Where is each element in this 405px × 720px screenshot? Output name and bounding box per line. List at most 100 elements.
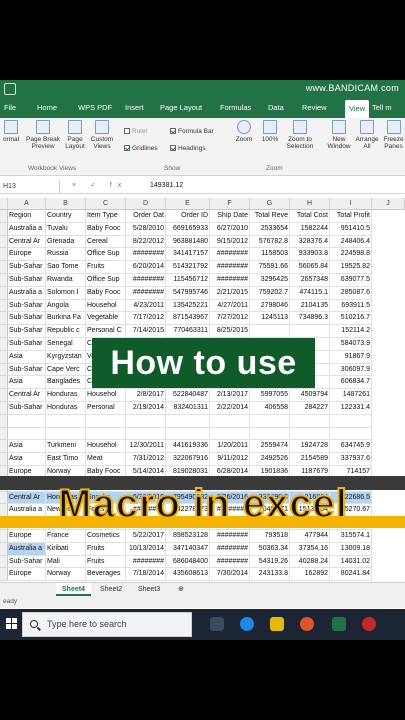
table-cell[interactable]: 6/27/2010 (210, 222, 250, 236)
table-cell[interactable]: 2533654 (250, 222, 290, 236)
headings-checkbox[interactable]: Headings (170, 145, 205, 152)
tab-review[interactable]: Review (302, 103, 327, 112)
column-header-E[interactable]: E (166, 198, 210, 210)
table-cell[interactable]: 341417157 (166, 248, 210, 262)
table-cell[interactable]: 759202.7 (250, 286, 290, 300)
table-cell[interactable]: 37354.16 (290, 542, 330, 556)
table-cell[interactable]: Solomon I (46, 286, 86, 300)
header-cell[interactable]: Item Type (86, 210, 126, 223)
column-header-J[interactable]: J (372, 198, 405, 210)
table-cell[interactable] (8, 414, 46, 428)
table-cell[interactable]: 4/23/2011 (126, 299, 166, 313)
custom-views-button[interactable]: Custom Views (88, 120, 116, 150)
formula-bar-checkbox[interactable]: Formula Bar (170, 128, 214, 135)
table-cell[interactable]: Personal C (86, 325, 126, 338)
table-cell[interactable]: Fruits (86, 555, 126, 569)
row-header[interactable] (0, 210, 8, 223)
table-cell[interactable]: ######## (210, 542, 250, 556)
table-cell[interactable]: ######## (210, 274, 250, 287)
table-cell[interactable]: 4/27/2011 (210, 299, 250, 313)
column-header-I[interactable]: I (330, 198, 372, 210)
table-cell[interactable]: ######## (126, 286, 166, 300)
table-cell[interactable]: Mali (46, 555, 86, 569)
table-cell[interactable]: Kyrgyzstan (46, 350, 86, 364)
table-cell[interactable]: 347140347 (166, 542, 210, 556)
header-cell[interactable]: Order ID (166, 210, 210, 223)
gridlines-checkbox[interactable]: Gridlines (124, 145, 158, 152)
normal-view-button[interactable]: ormal (0, 120, 22, 143)
tab-view[interactable]: View (345, 100, 370, 118)
table-cell[interactable]: 1158503 (250, 248, 290, 262)
zoom-button[interactable]: Zoom (232, 120, 256, 143)
table-cell[interactable]: 122331.4 (330, 402, 372, 415)
table-cell[interactable]: Turkmeni (46, 440, 86, 454)
table-cell[interactable]: 576782.8 (250, 235, 290, 249)
table-cell[interactable]: ######## (126, 248, 166, 262)
formula-input[interactable]: 149381.12 (150, 182, 183, 189)
table-cell[interactable] (86, 414, 126, 428)
row-header[interactable] (0, 235, 8, 249)
table-cell[interactable]: 7/27/2012 (210, 312, 250, 326)
table-cell[interactable]: East Timo (46, 453, 86, 466)
table-cell[interactable]: Cape Verc (46, 363, 86, 377)
table-cell[interactable]: 435608613 (166, 568, 210, 582)
table-cell[interactable] (166, 414, 210, 428)
table-cell[interactable]: 9/11/2012 (210, 453, 250, 466)
table-cell[interactable]: 1582244 (290, 222, 330, 236)
tab-insert[interactable]: Insert (125, 103, 144, 112)
table-cell[interactable]: 284227 (290, 402, 330, 415)
table-cell[interactable]: Househol (86, 389, 126, 402)
table-cell[interactable]: 337937.6 (330, 453, 372, 466)
table-cell[interactable]: Australia a (8, 542, 46, 556)
table-cell[interactable]: Fruits (86, 261, 126, 274)
table-cell[interactable]: 80241.84 (330, 568, 372, 582)
select-all-corner[interactable] (0, 198, 8, 210)
column-header-H[interactable]: H (290, 198, 330, 210)
row-header[interactable] (0, 402, 8, 415)
table-cell[interactable]: 2/19/2014 (126, 402, 166, 415)
table-cell[interactable] (290, 427, 330, 441)
table-cell[interactable]: Sub-Sahar (8, 274, 46, 287)
table-cell[interactable]: 19525.82 (330, 261, 372, 274)
table-cell[interactable]: Banglades (46, 376, 86, 390)
table-cell[interactable]: Househol (86, 440, 126, 454)
table-cell[interactable]: 7/17/2012 (126, 312, 166, 326)
table-cell[interactable] (330, 427, 372, 441)
table-cell[interactable] (210, 427, 250, 441)
table-cell[interactable]: ######## (210, 530, 250, 543)
table-cell[interactable]: 243133.8 (250, 568, 290, 582)
table-cell[interactable]: Sao Tome (46, 261, 86, 274)
column-header-B[interactable]: B (46, 198, 86, 210)
table-cell[interactable] (46, 427, 86, 441)
table-cell[interactable]: ######## (210, 555, 250, 569)
table-cell[interactable]: Honduras (46, 402, 86, 415)
header-cell[interactable]: Order Dat (126, 210, 166, 223)
table-cell[interactable]: 8/25/2015 (210, 325, 250, 338)
row-header[interactable] (0, 555, 8, 569)
table-cell[interactable]: 2/22/2014 (210, 402, 250, 415)
row-header[interactable] (0, 248, 8, 262)
task-view-icon[interactable] (210, 617, 224, 631)
table-cell[interactable]: 832401311 (166, 402, 210, 415)
header-cell[interactable]: Total Profit (330, 210, 372, 223)
formula-buttons[interactable]: × ✓ fx (72, 181, 127, 189)
table-cell[interactable]: Sub-Sahar (8, 312, 46, 326)
row-header[interactable] (0, 542, 8, 556)
table-cell[interactable]: Cosmetics (86, 530, 126, 543)
table-cell[interactable]: 1/20/2011 (210, 440, 250, 454)
zoom-to-selection-button[interactable]: Zoom to Selection (282, 120, 318, 150)
save-icon[interactable] (4, 83, 16, 95)
table-cell[interactable]: 224598.8 (330, 248, 372, 262)
page-layout-button[interactable]: Page Layout (62, 120, 88, 150)
table-cell[interactable]: 75591.66 (250, 261, 290, 274)
table-cell[interactable]: 2/21/2015 (210, 286, 250, 300)
table-cell[interactable]: Vegetable (86, 312, 126, 326)
table-cell[interactable]: Baby Fooc (86, 222, 126, 236)
table-cell[interactable]: Republic c (46, 325, 86, 338)
table-cell[interactable]: Honduras (46, 389, 86, 402)
table-cell[interactable]: Central Ar (8, 389, 46, 402)
table-cell[interactable] (250, 427, 290, 441)
table-cell[interactable]: 5997055 (250, 389, 290, 402)
table-cell[interactable]: 2798046 (250, 299, 290, 313)
bandicam-icon[interactable] (362, 617, 376, 631)
